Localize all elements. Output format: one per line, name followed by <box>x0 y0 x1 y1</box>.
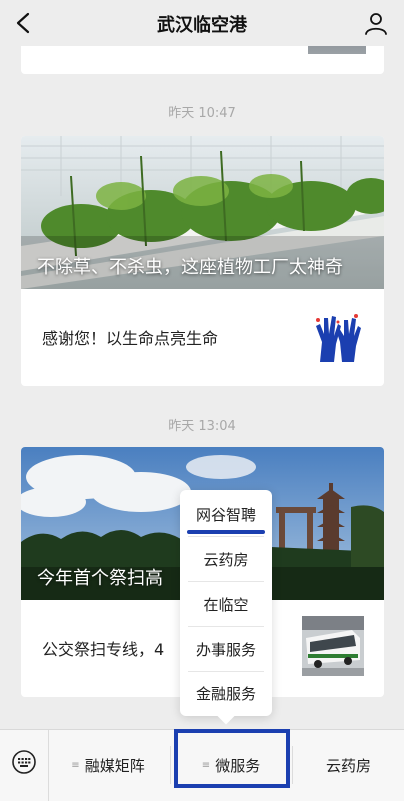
article-hero-image[interactable]: 不除草、不杀虫，这座植物工厂太神奇 <box>21 136 384 289</box>
timestamp: 昨天 10:47 <box>168 106 236 121</box>
tab-label: 云药房 <box>325 757 371 775</box>
timestamp: 昨天 13:04 <box>168 419 236 434</box>
menu-lines-icon: ≡ <box>71 760 80 771</box>
article-headline: 不除草、不杀虫，这座植物工厂太神奇 <box>37 257 343 278</box>
selected-underline <box>187 530 265 534</box>
menu-item-banshi-fuwu[interactable]: 办事服务 <box>180 627 272 671</box>
service-popup-menu: 网谷智聘 云药房 在临空 办事服务 金融服务 <box>180 490 272 725</box>
person-icon[interactable] <box>364 11 388 35</box>
page-title: 武汉临空港 <box>157 15 247 36</box>
sub-article-row[interactable]: 感谢您！以生命点亮生命 <box>21 289 384 386</box>
tab-rongmei-juzhen[interactable]: ≡ 融媒矩阵 <box>49 730 167 801</box>
raised-hands-icon <box>308 312 366 364</box>
sub-article-title: 感谢您！以生命点亮生命 <box>42 329 219 348</box>
sub-article-title: 公交祭扫专线，4 <box>42 640 165 659</box>
article-card[interactable]: 不除草、不杀虫，这座植物工厂太神奇 感谢您！以生命点亮生命 <box>21 136 384 386</box>
top-nav-bar: 武汉临空港 <box>0 0 404 46</box>
divider <box>170 746 171 784</box>
menu-item-zailinkong[interactable]: 在临空 <box>180 582 272 626</box>
tab-label: 融媒矩阵 <box>84 757 145 775</box>
keyboard-icon[interactable] <box>12 750 36 774</box>
menu-item-yunyaofang[interactable]: 云药房 <box>180 537 272 581</box>
bus-thumbnail-image <box>302 616 364 676</box>
tab-yunyaofang[interactable]: 云药房 <box>293 730 404 801</box>
highlight-annotation-box <box>174 729 290 788</box>
